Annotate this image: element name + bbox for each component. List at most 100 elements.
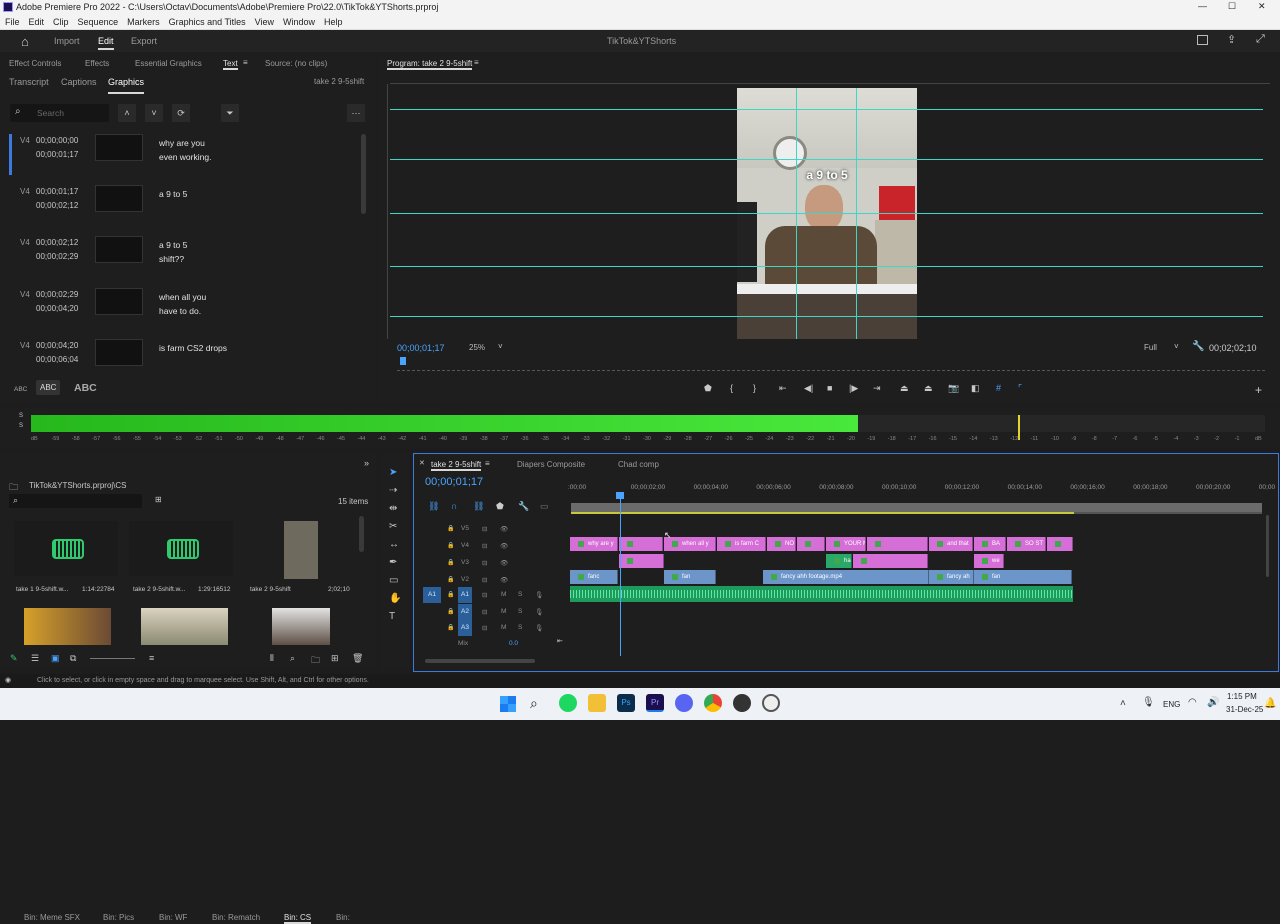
eye-icon[interactable]: 👁 xyxy=(500,559,508,567)
sub-tab-transcript[interactable]: Transcript xyxy=(9,77,49,87)
mark-out-icon[interactable]: } xyxy=(753,383,756,393)
sync-lock-icon[interactable]: ⊟ xyxy=(482,624,487,632)
clip[interactable]: why are y xyxy=(570,537,618,551)
zoom-chevron-icon[interactable]: ˅ xyxy=(498,342,503,351)
mute-button[interactable]: M xyxy=(501,608,506,615)
razor-tool-icon[interactable]: ✂ xyxy=(389,521,397,532)
captions-display-icon[interactable]: ▭ xyxy=(540,501,549,512)
tab-source[interactable]: Source: (no clips) xyxy=(265,59,327,68)
eye-icon[interactable]: 👁 xyxy=(500,576,508,584)
track-a1-target[interactable]: A1 xyxy=(458,587,472,603)
caption-text[interactable]: when all you have to do. xyxy=(159,290,279,318)
close-button[interactable]: ✕ xyxy=(1258,1,1266,12)
comparison-view-icon[interactable]: ◧ xyxy=(971,383,980,394)
menu-graphics-and-titles[interactable]: Graphics and Titles xyxy=(169,17,246,27)
caption-row[interactable]: V4 00;00;00;00 00;00;01;17 why are you even … xyxy=(8,134,368,184)
sync-lock-icon[interactable]: ⊟ xyxy=(482,525,487,533)
source-patch-a1[interactable]: A1 xyxy=(423,587,441,603)
bin-item-sequence[interactable] xyxy=(284,521,318,579)
solo-button[interactable]: S xyxy=(518,608,522,615)
clip[interactable]: harold dri xyxy=(826,554,852,568)
step-back-icon[interactable]: ◀| xyxy=(804,383,813,394)
tab-import[interactable]: Import xyxy=(54,36,80,46)
clock-app-icon[interactable] xyxy=(733,694,751,712)
lift-icon[interactable]: ⏏ xyxy=(900,383,909,394)
linked-selection-icon[interactable]: ⛓ xyxy=(473,501,484,512)
tab-export[interactable]: Export xyxy=(131,36,157,46)
clip[interactable]: BA xyxy=(974,537,1006,551)
caption-text[interactable]: a 9 to 5 shift?? xyxy=(159,238,279,266)
solo-button[interactable]: S xyxy=(518,624,522,631)
add-button-icon[interactable]: + xyxy=(1255,383,1262,397)
type-tool-icon[interactable]: T xyxy=(389,611,395,622)
clip[interactable]: is farm C xyxy=(717,537,766,551)
clip[interactable]: YOUR M xyxy=(826,537,866,551)
bin-search-field[interactable]: ⌕ xyxy=(9,494,142,508)
pencil-icon[interactable]: ✎ xyxy=(10,653,18,664)
next-caption-button[interactable]: ˅ xyxy=(145,104,163,122)
timeline-playhead[interactable] xyxy=(620,494,621,656)
previous-caption-button[interactable]: ˄ xyxy=(118,104,136,122)
menu-sequence[interactable]: Sequence xyxy=(78,17,119,27)
settings-wrench-icon[interactable]: 🔧 xyxy=(1192,341,1204,352)
mute-button[interactable]: M xyxy=(501,591,506,598)
menu-help[interactable]: Help xyxy=(324,17,343,27)
clip[interactable] xyxy=(797,537,825,551)
work-area-bar[interactable] xyxy=(571,503,1262,512)
nest-icon[interactable]: ⛓ xyxy=(428,501,439,512)
volume-icon[interactable]: 🔊 xyxy=(1207,697,1219,708)
caption-row[interactable]: V4 00;00;01;17 00;00;02;12 a 9 to 5 xyxy=(8,185,368,235)
eye-icon[interactable]: 👁 xyxy=(500,525,508,533)
selection-tool-icon[interactable]: ➤ xyxy=(389,467,397,478)
lock-icon[interactable]: 🔒 xyxy=(447,608,454,615)
timeline-tab-take2[interactable]: take 2 9-5shift xyxy=(431,460,482,471)
tab-effects[interactable]: Effects xyxy=(85,59,109,68)
icon-view-icon[interactable]: ▣ xyxy=(51,653,60,664)
language-indicator[interactable]: ENG xyxy=(1163,700,1180,709)
timeline-menu-icon[interactable]: ≡ xyxy=(485,459,490,468)
menu-markers[interactable]: Markers xyxy=(127,17,160,27)
mute-button[interactable]: M xyxy=(501,624,506,631)
lock-icon[interactable]: 🔒 xyxy=(447,576,454,583)
bin-item-audio-1[interactable] xyxy=(14,521,118,576)
eye-icon[interactable]: 👁 xyxy=(500,542,508,550)
timeline-tab-chad[interactable]: Chad comp xyxy=(618,460,659,469)
snap-guides-icon[interactable]: ⌜ xyxy=(1018,383,1022,394)
tab-essential-graphics[interactable]: Essential Graphics xyxy=(135,59,202,68)
mark-in-icon[interactable]: { xyxy=(730,383,733,393)
start-button-icon[interactable] xyxy=(500,696,516,712)
track-a2-target[interactable]: A2 xyxy=(458,604,472,620)
lock-icon[interactable]: 🔒 xyxy=(447,624,454,631)
bin-tab-2[interactable]: Bin: WF xyxy=(159,913,187,922)
voiceover-mic-icon[interactable]: 🎙 xyxy=(535,591,543,599)
workspaces-icon[interactable] xyxy=(1197,35,1208,45)
text-style-small-abc[interactable]: ABC xyxy=(14,386,27,393)
hand-tool-icon[interactable]: ✋ xyxy=(389,593,401,604)
sub-tab-graphics[interactable]: Graphics xyxy=(108,77,145,94)
panel-menu-icon[interactable]: ≡ xyxy=(243,58,248,67)
photoshop-icon[interactable]: Ps xyxy=(617,694,635,712)
freeform-view-icon[interactable]: ⧉ xyxy=(70,653,76,664)
notifications-icon[interactable]: 🔔 xyxy=(1264,698,1276,709)
bin-item-audio-2[interactable] xyxy=(129,521,233,576)
quality-chevron-icon[interactable]: ˅ xyxy=(1174,342,1179,351)
clip[interactable]: NO xyxy=(767,537,796,551)
go-to-out-icon[interactable]: ⇥ xyxy=(873,383,881,394)
minimize-button[interactable]: — xyxy=(1198,1,1207,11)
more-options-icon[interactable]: ⋯ xyxy=(347,104,365,122)
solo-button[interactable]: S xyxy=(518,591,522,598)
text-style-medium-abc[interactable]: ABC xyxy=(36,380,61,395)
menu-view[interactable]: View xyxy=(255,17,274,27)
bin-tab-5[interactable]: Bin: xyxy=(336,913,350,922)
timeline-v-scroll[interactable] xyxy=(1266,515,1269,577)
lock-icon[interactable]: 🔒 xyxy=(447,525,454,532)
go-to-in-icon[interactable]: ⇤ xyxy=(779,383,787,394)
new-bin-icon[interactable]: ⊞ xyxy=(155,495,162,504)
bin-thumb-person[interactable] xyxy=(24,608,111,645)
caption-row[interactable]: V4 00;00;04;20 00;00;06;04 is farm CS2 drop… xyxy=(8,339,368,389)
tab-text[interactable]: Text xyxy=(223,59,238,70)
clip[interactable]: fancy ah xyxy=(929,570,974,584)
clip[interactable] xyxy=(619,554,664,568)
clip[interactable]: fanc xyxy=(570,570,618,584)
program-menu-icon[interactable]: ≡ xyxy=(474,58,479,67)
